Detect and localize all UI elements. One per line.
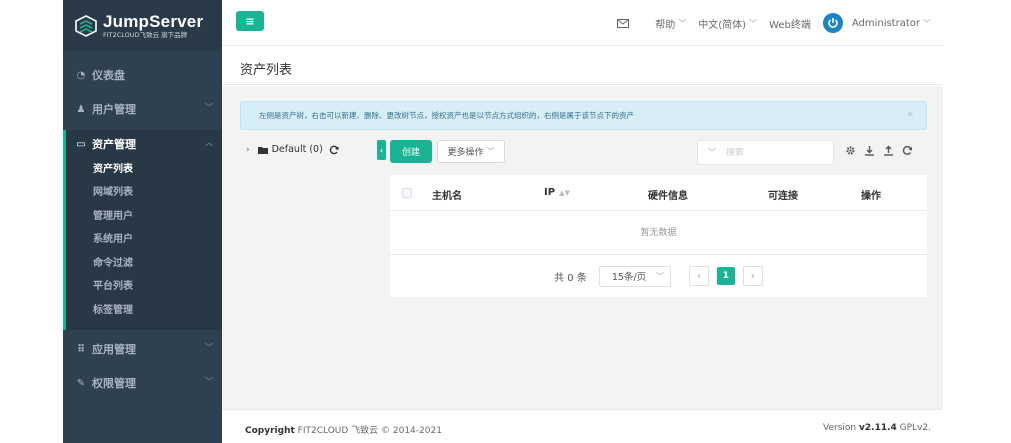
sidebar-subitem-system-users[interactable]: 系统用户 — [93, 232, 133, 248]
footer: Copyright FIT2CLOUD 飞致云 © 2014-2021 Vers… — [222, 409, 943, 443]
select-all-checkbox[interactable] — [402, 188, 412, 198]
sidebar-group-assets — [63, 130, 222, 330]
search-input[interactable] — [726, 147, 816, 158]
refresh-icon[interactable] — [329, 145, 339, 155]
chevron-down-icon: ﹀ — [486, 147, 495, 156]
sidebar-item-label: 资产管理 — [92, 138, 136, 151]
main-content: 左侧是资产树，右击可以新建、删除、更改树节点，授权资产也是以节点方式组织的，右侧… — [222, 86, 943, 409]
chevron-down-icon: ﹀ — [205, 377, 213, 386]
power-icon — [828, 18, 838, 28]
version-info: Version v2.11.4 GPLv2. — [823, 423, 931, 433]
user-menu[interactable]: Administrator ﹀ — [822, 13, 931, 33]
sidebar-item-users[interactable]: ♟ 用户管理 ﹀ — [63, 98, 222, 120]
web-terminal-link[interactable]: Web终端 — [769, 16, 811, 31]
dashboard-icon: ◔ — [76, 69, 86, 81]
sidebar-item-label: 用户管理 — [92, 103, 136, 116]
chevron-down-icon: ﹀ — [205, 103, 213, 112]
sidebar-subitem-label-manage[interactable]: 标签管理 — [93, 303, 133, 319]
user-name: Administrator — [851, 17, 920, 29]
sidebar-item-label: 权限管理 — [92, 377, 136, 390]
sort-icon: ▲▼ — [559, 189, 570, 197]
gear-icon[interactable] — [845, 145, 856, 156]
brand-subtitle: FIT2CLOUD飞致云 旗下品牌 — [103, 30, 188, 39]
jumpserver-logo-icon — [75, 14, 97, 37]
sidebar-item-dashboard[interactable]: ◔ 仪表盘 — [63, 64, 222, 86]
page-heading: 资产列表 — [222, 47, 943, 85]
next-page-button[interactable]: › — [742, 266, 763, 286]
menu-toggle-button[interactable]: ≡ — [236, 11, 264, 31]
search-box[interactable]: ﹀ — [697, 140, 834, 165]
chevron-up-icon: ︿ — [205, 138, 213, 147]
column-hostname[interactable]: 主机名 — [432, 187, 462, 202]
upload-icon[interactable] — [883, 145, 894, 156]
download-icon[interactable] — [864, 145, 875, 156]
asset-table: 主机名 IP ▲▼ 硬件信息 可连接 操作 暂无数据 共 0 条 15条/页 ﹀ … — [390, 175, 927, 297]
brand-title: JumpServer — [103, 11, 204, 31]
total-count: 共 0 条 — [554, 272, 587, 284]
column-connectivity: 可连接 — [768, 191, 798, 202]
page-number-button[interactable]: 1 — [716, 267, 735, 285]
page-title: 资产列表 — [240, 63, 293, 78]
sidebar: JumpServer FIT2CLOUD飞致云 旗下品牌 ◔ 仪表盘 ♟ 用户管… — [63, 0, 222, 443]
avatar — [822, 13, 843, 33]
prev-page-button[interactable]: ‹ — [688, 266, 709, 286]
sidebar-item-applications[interactable]: ⠿ 应用管理 ﹀ — [63, 338, 222, 360]
language-menu[interactable]: 中文(简体) ﹀ — [698, 16, 757, 31]
sidebar-item-permissions[interactable]: ✎ 权限管理 ﹀ — [63, 372, 222, 394]
sidebar-subitem-admin-users[interactable]: 管理用户 — [93, 209, 133, 225]
chevron-down-icon[interactable]: ﹀ — [708, 147, 716, 158]
chevron-down-icon: ﹀ — [656, 271, 665, 281]
column-ip[interactable]: IP ▲▼ — [544, 187, 570, 198]
column-hardware: 硬件信息 — [648, 191, 688, 202]
more-actions-button[interactable]: 更多操作 ﹀ — [437, 140, 505, 163]
sidebar-item-label: 应用管理 — [92, 343, 136, 356]
close-icon[interactable]: × — [906, 102, 914, 129]
brand-logo[interactable]: JumpServer FIT2CLOUD飞致云 旗下品牌 — [63, 0, 222, 51]
sidebar-subitem-command-filter[interactable]: 命令过滤 — [93, 256, 133, 272]
app-root: JumpServer FIT2CLOUD飞致云 旗下品牌 ◔ 仪表盘 ♟ 用户管… — [0, 0, 1011, 443]
info-alert: 左侧是资产树，右击可以新建、删除、更改树节点，授权资产也是以节点方式组织的，右侧… — [240, 101, 927, 130]
empty-placeholder: 暂无数据 — [390, 212, 927, 255]
column-actions: 操作 — [861, 191, 881, 202]
alert-text: 左侧是资产树，右击可以新建、删除、更改树节点，授权资产也是以节点方式组织的，右侧… — [259, 111, 634, 120]
table-tools — [845, 145, 913, 156]
page-size-select[interactable]: 15条/页 ﹀ — [598, 265, 671, 287]
chevron-down-icon: ﹀ — [923, 18, 931, 28]
envelope-icon[interactable] — [617, 18, 630, 28]
top-navbar: ≡ 帮助 ﹀ 中文(简体) ﹀ Web终端 Administrator ﹀ — [222, 0, 943, 46]
sidebar-item-label: 仪表盘 — [92, 69, 125, 82]
refresh-icon[interactable] — [902, 145, 913, 156]
caret-right-icon[interactable]: › — [246, 145, 250, 155]
grid-icon: ⠿ — [77, 343, 85, 355]
chevron-down-icon: ﹀ — [205, 343, 213, 352]
copyright: Copyright FIT2CLOUD 飞致云 © 2014-2021 — [245, 426, 442, 436]
sidebar-subitem-asset-list[interactable]: 资产列表 — [93, 162, 133, 178]
tree-node-default[interactable]: Default (0) — [272, 144, 323, 155]
inbox-icon: ▭ — [76, 138, 86, 150]
sidebar-subitem-platform-list[interactable]: 平台列表 — [93, 279, 133, 295]
sidebar-subitem-domain-list[interactable]: 网域列表 — [93, 185, 133, 201]
chevron-down-icon: ﹀ — [749, 18, 758, 28]
table-header: 主机名 IP ▲▼ 硬件信息 可连接 操作 — [390, 175, 927, 211]
folder-icon — [257, 146, 268, 154]
sidebar-item-assets[interactable]: ▭ 资产管理 ︿ — [63, 133, 222, 155]
help-menu[interactable]: 帮助 ﹀ — [655, 16, 686, 31]
collapse-tree-button[interactable]: ‹ — [377, 140, 386, 160]
chevron-down-icon: ﹀ — [678, 18, 687, 28]
asset-tree: › Default (0) — [246, 144, 339, 155]
create-button[interactable]: 创建 — [390, 140, 432, 163]
edit-icon: ✎ — [76, 377, 86, 389]
pagination: 共 0 条 15条/页 ﹀ ‹ 1 › — [390, 255, 927, 297]
users-icon: ♟ — [76, 103, 86, 115]
